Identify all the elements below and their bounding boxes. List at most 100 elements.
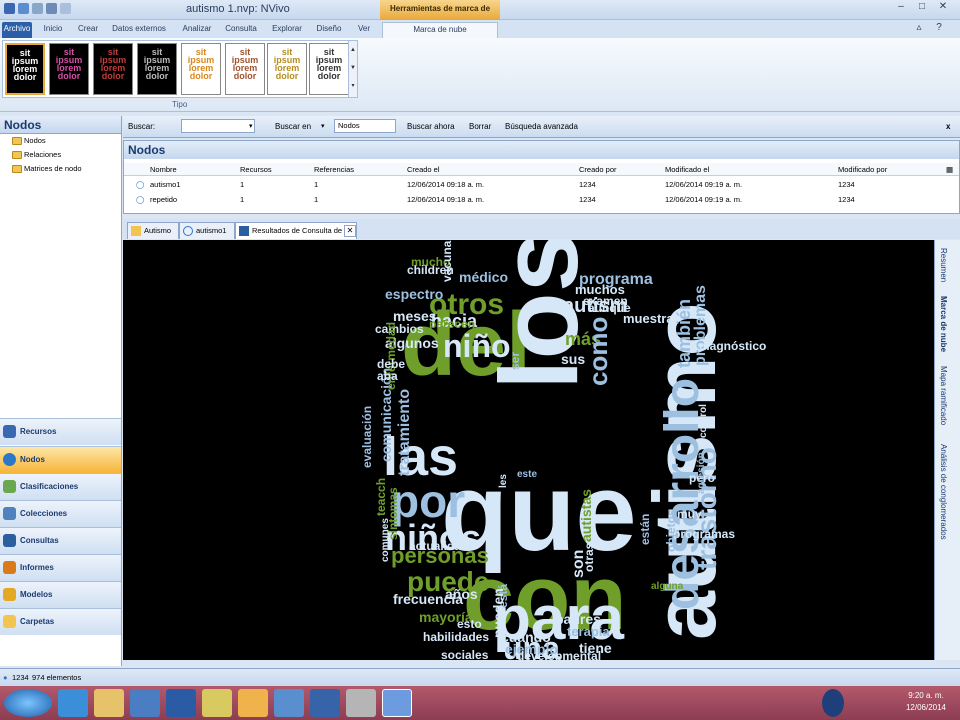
cloud-word[interactable]: actualidad <box>409 540 468 552</box>
tab-autismo1[interactable]: autismo1 <box>179 222 235 239</box>
style-thumb-8[interactable]: sit ipsum lorem dolor <box>309 43 349 95</box>
word-icon[interactable] <box>166 689 196 717</box>
customize-icon[interactable] <box>60 3 71 14</box>
cloud-word[interactable]: años <box>445 587 478 601</box>
cloud-word[interactable]: problemas <box>692 285 709 366</box>
col-referencias[interactable]: Referencias <box>314 163 354 176</box>
cloud-word[interactable]: les <box>498 474 509 488</box>
search-in-dropdown-icon[interactable]: ▾ <box>321 117 325 137</box>
table-row[interactable]: ◯ autismo1 1 1 12/06/2014 09:18 a. m. 12… <box>124 178 959 191</box>
clock[interactable]: 9:20 a. m. 12/06/2014 <box>906 690 946 714</box>
edit-icon[interactable] <box>32 3 43 14</box>
nvivo-icon[interactable] <box>382 689 412 717</box>
start-button[interactable] <box>4 689 52 717</box>
cloud-word[interactable]: médico <box>459 270 508 284</box>
tab-consulta[interactable]: Consulta <box>224 22 258 38</box>
tab-analizar[interactable]: Analizar <box>180 22 214 38</box>
cloud-word[interactable]: niño <box>443 330 511 362</box>
close-button[interactable]: ✕ <box>934 1 952 15</box>
col-creado-el[interactable]: Creado el <box>407 163 440 176</box>
tools-icon[interactable] <box>346 689 376 717</box>
maximize-button[interactable]: □ <box>913 1 931 15</box>
cloud-word[interactable]: cambios <box>375 323 424 335</box>
style-thumb-6[interactable]: sit ipsum lorem dolor <box>225 43 265 95</box>
style-thumb-4[interactable]: sit ipsum lorem dolor <box>137 43 177 95</box>
tab-inicio[interactable]: Inicio <box>40 22 66 38</box>
cloud-word[interactable]: developmental <box>517 650 601 660</box>
cloud-word[interactable]: aba <box>377 370 398 382</box>
tree-item-nodos[interactable]: Nodos <box>0 134 121 148</box>
nav-carpetas[interactable]: Carpetas <box>0 608 121 635</box>
tree-item-matrices[interactable]: Matrices de nodo <box>0 162 121 176</box>
gallery-scroll[interactable]: ▲ ▼ ▾ <box>348 41 357 97</box>
column-chooser-icon[interactable]: ▦ <box>946 163 953 176</box>
tab-archivo[interactable]: Archivo <box>2 22 32 38</box>
style-thumb-1[interactable]: sit ipsum lorem dolor <box>5 43 45 95</box>
nav-nodos[interactable]: Nodos <box>0 446 121 473</box>
tab-mapa-ramificado[interactable]: Mapa ramificado <box>939 366 948 425</box>
cloud-word[interactable]: muy <box>677 508 702 520</box>
cloud-word[interactable]: comunes <box>380 518 391 562</box>
style-thumb-5[interactable]: sit ipsum lorem dolor <box>181 43 221 95</box>
cloud-word[interactable]: pueden <box>490 588 506 638</box>
search-scope-field[interactable]: Nodos <box>334 119 396 133</box>
nav-modelos[interactable]: Modelos <box>0 581 121 608</box>
minimize-button[interactable]: – <box>892 1 910 15</box>
tab-resumen[interactable]: Resumen <box>939 248 948 282</box>
explorer-icon[interactable] <box>94 689 124 717</box>
cloud-word[interactable]: programas <box>673 528 735 540</box>
undo-icon[interactable] <box>46 3 57 14</box>
cloud-word[interactable]: vacuna <box>440 241 454 282</box>
style-thumb-2[interactable]: sit ipsum lorem dolor <box>49 43 89 95</box>
tab-datos-externos[interactable]: Datos externos <box>112 22 166 38</box>
advanced-search-button[interactable]: Búsqueda avanzada <box>505 117 578 137</box>
cloud-word[interactable]: diagnóstico <box>699 340 766 352</box>
close-find-icon[interactable]: x <box>946 117 950 137</box>
nav-colecciones[interactable]: Colecciones <box>0 500 121 527</box>
paint-icon[interactable] <box>238 689 268 717</box>
nav-consultas[interactable]: Consultas <box>0 527 121 554</box>
cloud-word[interactable]: control <box>698 404 709 438</box>
tab-diseno[interactable]: Diseño <box>314 22 344 38</box>
cloud-word[interactable]: como <box>583 317 613 386</box>
cloud-word[interactable]: habilidades <box>423 631 489 643</box>
col-recursos[interactable]: Recursos <box>240 163 272 176</box>
col-modificado-el[interactable]: Modificado el <box>665 163 709 176</box>
help-tray-icon[interactable] <box>822 689 844 717</box>
nav-clasificaciones[interactable]: Clasificaciones <box>0 473 121 500</box>
cloud-word[interactable]: están <box>638 514 652 545</box>
cloud-word[interactable]: este <box>517 470 537 480</box>
cloud-word[interactable]: terapia <box>567 625 610 638</box>
virtualbox-icon[interactable] <box>310 689 340 717</box>
search-now-button[interactable]: Buscar ahora <box>407 117 455 137</box>
tab-crear[interactable]: Crear <box>76 22 100 38</box>
cloud-word[interactable]: sociales <box>441 649 488 660</box>
cloud-word[interactable]: aunque <box>588 302 631 314</box>
tab-autismo[interactable]: Autismo <box>127 222 179 239</box>
style-thumb-3[interactable]: sit ipsum lorem dolor <box>93 43 133 95</box>
save-icon[interactable] <box>18 3 29 14</box>
ribbon-minimize-icon[interactable]: ▵ <box>910 22 928 36</box>
folder-pin-icon[interactable] <box>202 689 232 717</box>
cloud-word[interactable]: teacch <box>374 478 388 516</box>
search-dropdown-icon[interactable]: ▾ <box>249 117 253 137</box>
clear-button[interactable]: Borrar <box>469 117 491 137</box>
nav-recursos[interactable]: Recursos <box>0 418 121 445</box>
help-icon[interactable]: ? <box>930 22 948 36</box>
table-row[interactable]: ◯ repetido 1 1 12/06/2014 09:18 a. m. 12… <box>124 193 959 206</box>
cloud-word[interactable]: sus <box>561 352 585 366</box>
tab-conglomerados[interactable]: Análisis de conglomerados <box>939 444 948 540</box>
cloud-word[interactable]: evaluación <box>360 406 374 468</box>
tab-marca-de-nube[interactable]: Marca de nube <box>382 22 498 38</box>
cloud-word[interactable]: ser <box>508 352 522 370</box>
cloud-word[interactable]: también <box>674 299 694 368</box>
tab-ver[interactable]: Ver <box>354 22 374 38</box>
cloud-word[interactable]: alguna <box>651 582 683 592</box>
cloud-word[interactable]: parecen <box>429 318 475 330</box>
col-creado-por[interactable]: Creado por <box>579 163 617 176</box>
tab-marca-nube[interactable]: Marca de nube <box>939 296 948 352</box>
tree-item-relaciones[interactable]: Relaciones <box>0 148 121 162</box>
cloud-word[interactable]: tratamiento <box>396 389 413 476</box>
nav-informes[interactable]: Informes <box>0 554 121 581</box>
cloud-word[interactable]: objetos <box>664 509 678 552</box>
